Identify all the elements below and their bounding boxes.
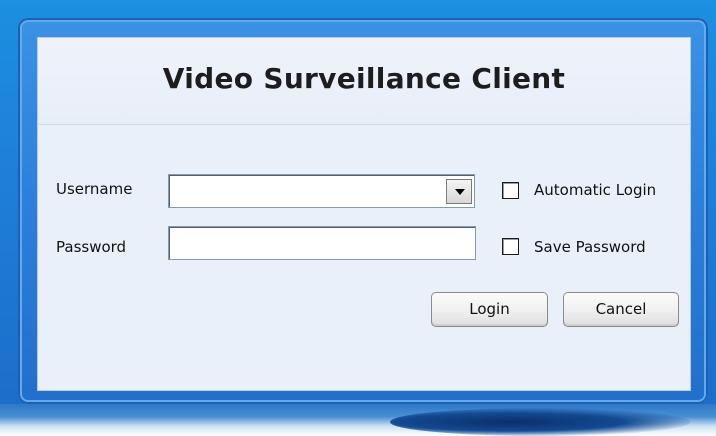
automatic-login-label[interactable]: Automatic Login: [534, 181, 656, 199]
save-password-checkbox[interactable]: [502, 238, 519, 255]
automatic-login-checkbox[interactable]: [502, 182, 519, 199]
password-label: Password: [56, 238, 127, 256]
chevron-down-icon: [455, 189, 465, 195]
username-combobox[interactable]: [168, 174, 475, 208]
username-label: Username: [56, 180, 133, 198]
login-button[interactable]: Login: [431, 292, 548, 327]
cancel-button[interactable]: Cancel: [563, 292, 679, 327]
username-dropdown-button[interactable]: [446, 179, 472, 204]
dialog-title: Video Surveillance Client: [162, 62, 566, 95]
dialog-header: Video Surveillance Client: [38, 38, 690, 125]
login-dialog-panel: Video Surveillance Client: [37, 37, 691, 391]
desktop-swoosh-decoration: [390, 408, 690, 436]
save-password-label[interactable]: Save Password: [534, 238, 646, 256]
password-field[interactable]: [168, 226, 476, 260]
